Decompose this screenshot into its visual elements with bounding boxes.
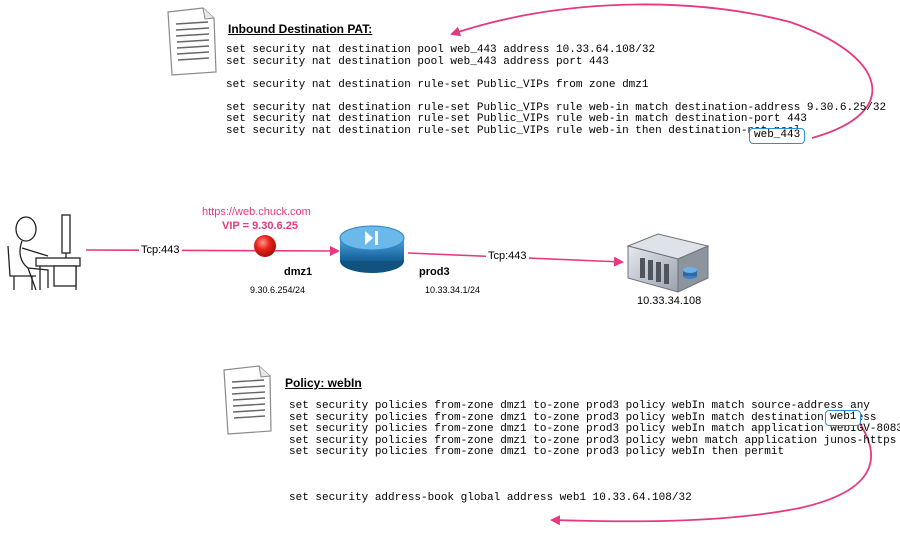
config-line: set security policies from-zone dmz1 to-… — [289, 446, 785, 458]
config-line-blank: ​ — [226, 68, 886, 80]
server-ip-label: 10.33.34.108 — [637, 295, 702, 307]
config-line-blank: ​ — [226, 91, 886, 103]
zone-in-label: dmz1 — [284, 266, 313, 278]
nat-section-title: Inbound Destination PAT: — [228, 22, 373, 36]
router-icon — [339, 225, 405, 273]
url-label: https://web.chuck.com — [202, 206, 311, 218]
policy-config-block: set security policies from-zone dmz1 to-… — [289, 400, 900, 459]
link1-label: Tcp:443 — [139, 244, 182, 256]
config-line: set security policies from-zone dmz1 to-… — [289, 423, 900, 435]
config-line: set security nat destination pool web_44… — [226, 44, 656, 56]
zone-out-label: prod3 — [419, 266, 450, 278]
config-line: set security policies from-zone dmz1 to-… — [289, 400, 870, 412]
policy-section-title: Policy: webIn — [285, 376, 362, 390]
zone-in-ip: 9.30.6.254/24 — [250, 285, 306, 295]
server-icon — [626, 233, 710, 293]
vip-indicator-icon — [254, 235, 276, 257]
document-icon-nat — [167, 7, 217, 76]
config-line: set security nat destination rule-set Pu… — [226, 78, 649, 91]
address-callout: web1 — [825, 410, 862, 426]
config-line: set security nat destination rule-set Pu… — [226, 113, 807, 125]
document-icon-policy — [223, 365, 272, 435]
link2-label: Tcp:443 — [486, 250, 529, 262]
pool-callout: web_443 — [749, 128, 806, 144]
vip-label: VIP = 9.30.6.25 — [222, 220, 298, 232]
zone-out-ip: 10.33.34.1/24 — [425, 285, 481, 295]
link-user-to-firewall — [85, 245, 340, 256]
config-line: set security nat destination pool web_44… — [226, 55, 609, 68]
nat-config-block: set security nat destination pool web_44… — [226, 44, 886, 137]
user-workstation-icon — [7, 214, 81, 291]
address-book-line: set security address-book global address… — [289, 492, 692, 504]
